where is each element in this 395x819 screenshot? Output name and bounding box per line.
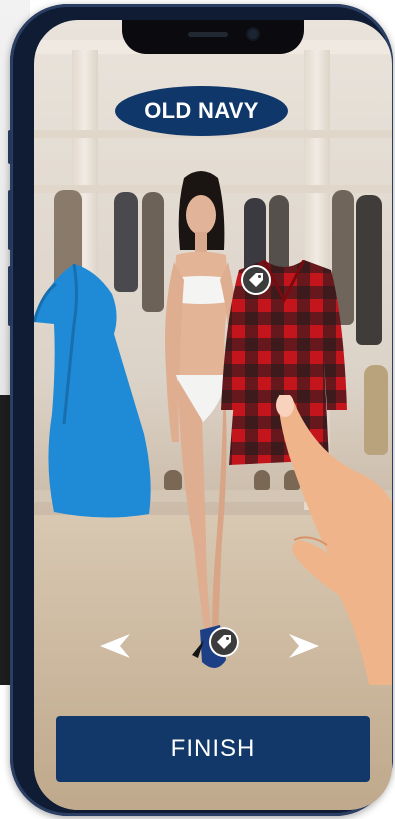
price-tag-icon: [249, 273, 263, 287]
speaker: [188, 32, 228, 37]
phone-frame: OLD NAVY FINISH: [8, 4, 393, 816]
camera: [248, 29, 258, 39]
phone-volume-down: [8, 266, 12, 326]
hanging-coat: [356, 195, 382, 345]
finish-button[interactable]: FINISH: [56, 716, 370, 782]
app-screen: OLD NAVY FINISH: [34, 20, 392, 810]
phone-volume-up: [8, 190, 12, 250]
old-navy-logo: OLD NAVY: [115, 86, 288, 136]
phone-mute-switch: [8, 130, 12, 164]
previous-arrow-button[interactable]: [98, 632, 132, 660]
phone-notch: [122, 20, 304, 54]
price-tag-icon: [217, 635, 231, 649]
blue-dress[interactable]: [34, 264, 156, 520]
shirt-price-tag-button[interactable]: [241, 265, 271, 295]
next-arrow-button[interactable]: [287, 632, 321, 660]
shoe-price-tag-button[interactable]: [209, 627, 239, 657]
